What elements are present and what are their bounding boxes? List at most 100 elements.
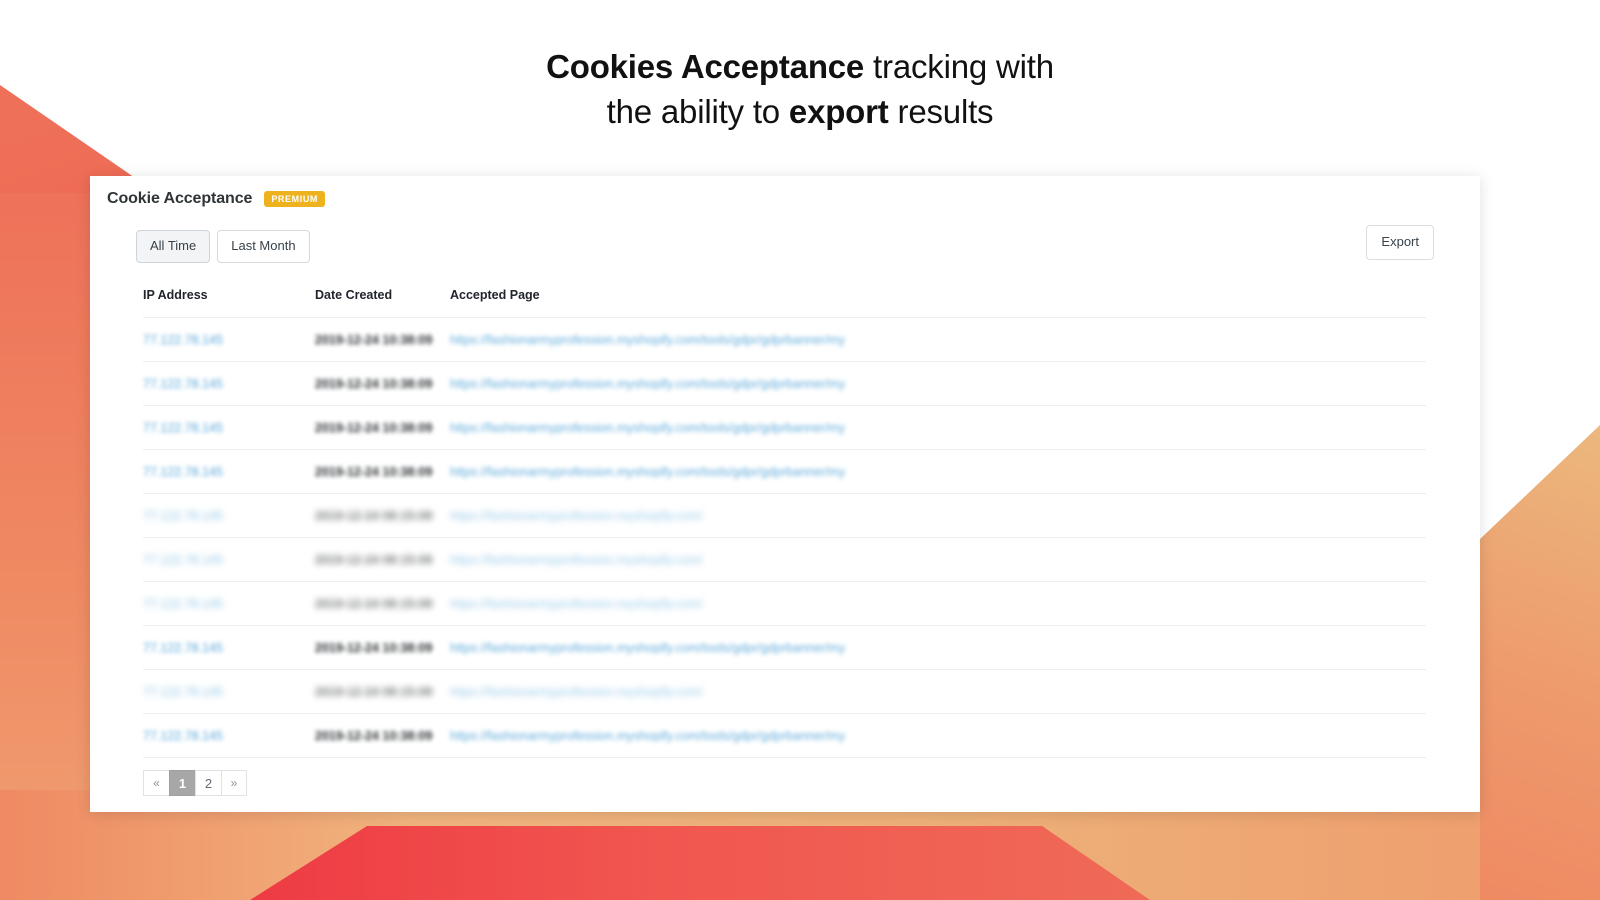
ip-address-link[interactable]: 77.122.78.145	[143, 685, 223, 699]
cell-accepted-page: https://fashionarmyprofession.myshopify.…	[450, 713, 1426, 758]
cell-accepted-page: https://fashionarmyprofession.myshopify.…	[450, 625, 1426, 670]
date-created-value: 2019-12-24 10:38:09	[315, 333, 433, 347]
cell-accepted-page: https://fashionarmyprofession.myshopify.…	[450, 317, 1426, 362]
table-header-row: IP Address Date Created Accepted Page	[143, 288, 1426, 318]
table-body: 77.122.78.145 2019-12-24 10:38:09 https://…	[143, 317, 1426, 758]
background-shape-bottom-red-trapezoid	[250, 826, 1150, 900]
cell-accepted-page: https://fashionarmyprofession.myshopify.…	[450, 581, 1426, 626]
acceptance-table: IP Address Date Created Accepted Page 77…	[143, 288, 1426, 758]
table-row: 77.122.78.145 2019-12-24 08:15:08 https://…	[143, 581, 1426, 626]
page-2-button[interactable]: 2	[195, 770, 221, 796]
filter-button-group: All Time Last Month	[136, 230, 310, 263]
accepted-page-link[interactable]: https://fashionarmyprofession.myshopify.…	[450, 597, 703, 611]
date-created-value: 2019-12-24 10:38:09	[315, 377, 433, 391]
page-next-button[interactable]: »	[221, 770, 247, 796]
cell-ip-address: 77.122.78.145	[143, 449, 315, 494]
ip-address-link[interactable]: 77.122.78.145	[143, 509, 223, 523]
table-row: 77.122.78.145 2019-12-24 10:38:09 https://…	[143, 449, 1426, 494]
cell-ip-address: 77.122.78.145	[143, 581, 315, 626]
ip-address-link[interactable]: 77.122.78.145	[143, 641, 223, 655]
table-row: 77.122.78.145 2019-12-24 10:38:09 https://…	[143, 625, 1426, 670]
cell-ip-address: 77.122.78.145	[143, 537, 315, 582]
accepted-page-link[interactable]: https://fashionarmyprofession.myshopify.…	[450, 509, 703, 523]
date-created-value: 2019-12-24 08:15:08	[315, 509, 433, 523]
cell-date-created: 2019-12-24 08:15:08	[315, 669, 450, 714]
date-created-value: 2019-12-24 10:38:09	[315, 465, 433, 479]
date-created-value: 2019-12-24 08:15:08	[315, 553, 433, 567]
cell-ip-address: 77.122.78.145	[143, 361, 315, 406]
cell-date-created: 2019-12-24 08:15:08	[315, 493, 450, 538]
headline-strong-cookies: Cookies Acceptance	[546, 48, 865, 85]
column-header-ip-address: IP Address	[143, 288, 315, 318]
headline-line2-post: results	[888, 93, 994, 130]
premium-badge: PREMIUM	[264, 191, 326, 207]
table-row: 77.122.78.145 2019-12-24 10:38:09 https://…	[143, 405, 1426, 450]
page-headline: Cookies Acceptance tracking with the abi…	[0, 44, 1600, 134]
cell-date-created: 2019-12-24 10:38:09	[315, 713, 450, 758]
cell-ip-address: 77.122.78.145	[143, 405, 315, 450]
headline-line2-pre: the ability to	[606, 93, 789, 130]
cell-accepted-page: https://fashionarmyprofession.myshopify.…	[450, 405, 1426, 450]
background-shape-right-panel	[1480, 425, 1600, 900]
date-created-value: 2019-12-24 10:38:09	[315, 729, 433, 743]
pagination: «1 2»	[143, 770, 247, 796]
cell-date-created: 2019-12-24 08:15:08	[315, 581, 450, 626]
ip-address-link[interactable]: 77.122.78.145	[143, 553, 223, 567]
cell-ip-address: 77.122.78.145	[143, 669, 315, 714]
cell-ip-address: 77.122.78.145	[143, 493, 315, 538]
export-button[interactable]: Export	[1366, 225, 1434, 260]
cookie-acceptance-card: Cookie Acceptance PREMIUM All Time Last …	[90, 176, 1480, 812]
table-row: 77.122.78.145 2019-12-24 10:38:09 https://…	[143, 361, 1426, 406]
cell-accepted-page: https://fashionarmyprofession.myshopify.…	[450, 493, 1426, 538]
cell-accepted-page: https://fashionarmyprofession.myshopify.…	[450, 669, 1426, 714]
ip-address-link[interactable]: 77.122.78.145	[143, 377, 223, 391]
ip-address-link[interactable]: 77.122.78.145	[143, 729, 223, 743]
cell-date-created: 2019-12-24 10:38:09	[315, 449, 450, 494]
headline-strong-export: export	[788, 93, 889, 130]
cell-accepted-page: https://fashionarmyprofession.myshopify.…	[450, 449, 1426, 494]
table-row: 77.122.78.145 2019-12-24 10:38:09 https://…	[143, 317, 1426, 362]
headline-line1-rest: tracking with	[864, 48, 1054, 85]
column-header-date-created: Date Created	[315, 288, 450, 318]
date-created-value: 2019-12-24 08:15:08	[315, 685, 433, 699]
accepted-page-link[interactable]: https://fashionarmyprofession.myshopify.…	[450, 641, 845, 655]
ip-address-link[interactable]: 77.122.78.145	[143, 465, 223, 479]
date-created-value: 2019-12-24 08:15:08	[315, 597, 433, 611]
screenshot-root: Cookies Acceptance tracking with the abi…	[0, 0, 1600, 900]
cell-date-created: 2019-12-24 10:38:09	[315, 625, 450, 670]
accepted-page-link[interactable]: https://fashionarmyprofession.myshopify.…	[450, 685, 703, 699]
date-created-value: 2019-12-24 10:38:09	[315, 641, 433, 655]
cell-accepted-page: https://fashionarmyprofession.myshopify.…	[450, 361, 1426, 406]
table-head: IP Address Date Created Accepted Page	[143, 288, 1426, 318]
cell-date-created: 2019-12-24 10:38:09	[315, 317, 450, 362]
date-created-value: 2019-12-24 10:38:09	[315, 421, 433, 435]
cell-accepted-page: https://fashionarmyprofession.myshopify.…	[450, 537, 1426, 582]
table-row: 77.122.78.145 2019-12-24 08:15:08 https://…	[143, 669, 1426, 714]
accepted-page-link[interactable]: https://fashionarmyprofession.myshopify.…	[450, 553, 703, 567]
table-row: 77.122.78.145 2019-12-24 08:15:08 https://…	[143, 493, 1426, 538]
page-1-button[interactable]: 1	[169, 770, 195, 796]
page-prev-button[interactable]: «	[143, 770, 169, 796]
cell-date-created: 2019-12-24 08:15:08	[315, 537, 450, 582]
accepted-page-link[interactable]: https://fashionarmyprofession.myshopify.…	[450, 465, 845, 479]
filter-all-time-button[interactable]: All Time	[136, 230, 211, 263]
cell-date-created: 2019-12-24 10:38:09	[315, 405, 450, 450]
column-header-accepted-page: Accepted Page	[450, 288, 1426, 318]
ip-address-link[interactable]: 77.122.78.145	[143, 597, 223, 611]
cell-ip-address: 77.122.78.145	[143, 713, 315, 758]
ip-address-link[interactable]: 77.122.78.145	[143, 421, 223, 435]
ip-address-link[interactable]: 77.122.78.145	[143, 333, 223, 347]
acceptance-table-wrapper: IP Address Date Created Accepted Page 77…	[143, 288, 1426, 758]
table-row: 77.122.78.145 2019-12-24 10:38:09 https://…	[143, 713, 1426, 758]
cell-ip-address: 77.122.78.145	[143, 625, 315, 670]
cell-date-created: 2019-12-24 10:38:09	[315, 361, 450, 406]
table-row: 77.122.78.145 2019-12-24 08:15:08 https://…	[143, 537, 1426, 582]
card-header: Cookie Acceptance PREMIUM	[107, 190, 326, 208]
card-title: Cookie Acceptance	[107, 190, 253, 207]
accepted-page-link[interactable]: https://fashionarmyprofession.myshopify.…	[450, 333, 845, 347]
accepted-page-link[interactable]: https://fashionarmyprofession.myshopify.…	[450, 377, 845, 391]
accepted-page-link[interactable]: https://fashionarmyprofession.myshopify.…	[450, 729, 845, 743]
accepted-page-link[interactable]: https://fashionarmyprofession.myshopify.…	[450, 421, 845, 435]
cell-ip-address: 77.122.78.145	[143, 317, 315, 362]
filter-last-month-button[interactable]: Last Month	[217, 230, 310, 263]
